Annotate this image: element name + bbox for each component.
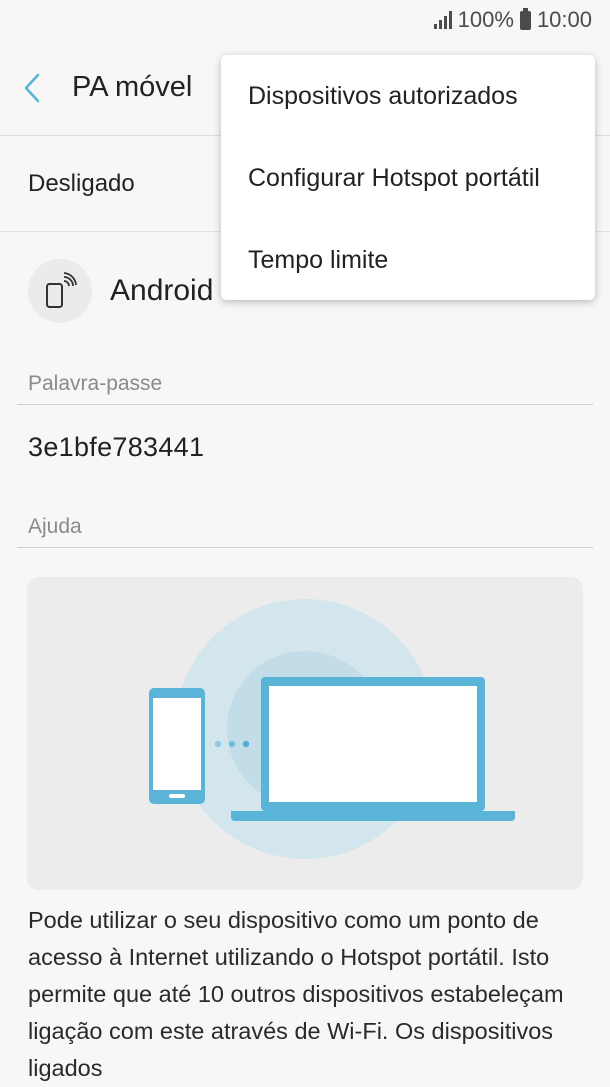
status-bar: 100% 10:00 [0, 0, 610, 40]
battery-percentage: 100% [457, 7, 514, 32]
menu-item-configure-hotspot[interactable]: Configurar Hotspot portátil [221, 137, 595, 219]
password-label: Palavra-passe [28, 372, 163, 395]
network-name: Android [110, 274, 214, 307]
menu-item-timeout[interactable]: Tempo limite [221, 219, 595, 301]
clock: 10:00 [536, 7, 592, 32]
phone-hotspot-icon [28, 259, 92, 323]
back-button[interactable] [22, 68, 58, 108]
menu-item-authorized-devices[interactable]: Dispositivos autorizados [221, 55, 595, 137]
password-divider [17, 404, 593, 405]
password-value[interactable]: 3e1bfe783441 [28, 432, 204, 463]
signal-icon [433, 11, 452, 29]
help-divider [17, 547, 593, 548]
laptop-graphic [231, 677, 515, 821]
overflow-menu: Dispositivos autorizados Configurar Hots… [221, 55, 595, 300]
hotspot-illustration [27, 577, 583, 890]
chevron-left-icon [24, 73, 40, 102]
hotspot-status-label: Desligado [28, 169, 135, 197]
page-title: PA móvel [72, 71, 193, 103]
help-label: Ajuda [28, 515, 82, 538]
phone-graphic [149, 688, 205, 804]
battery-icon [519, 7, 531, 30]
help-description: Pode utilizar o seu dispositivo como um … [28, 907, 564, 1081]
